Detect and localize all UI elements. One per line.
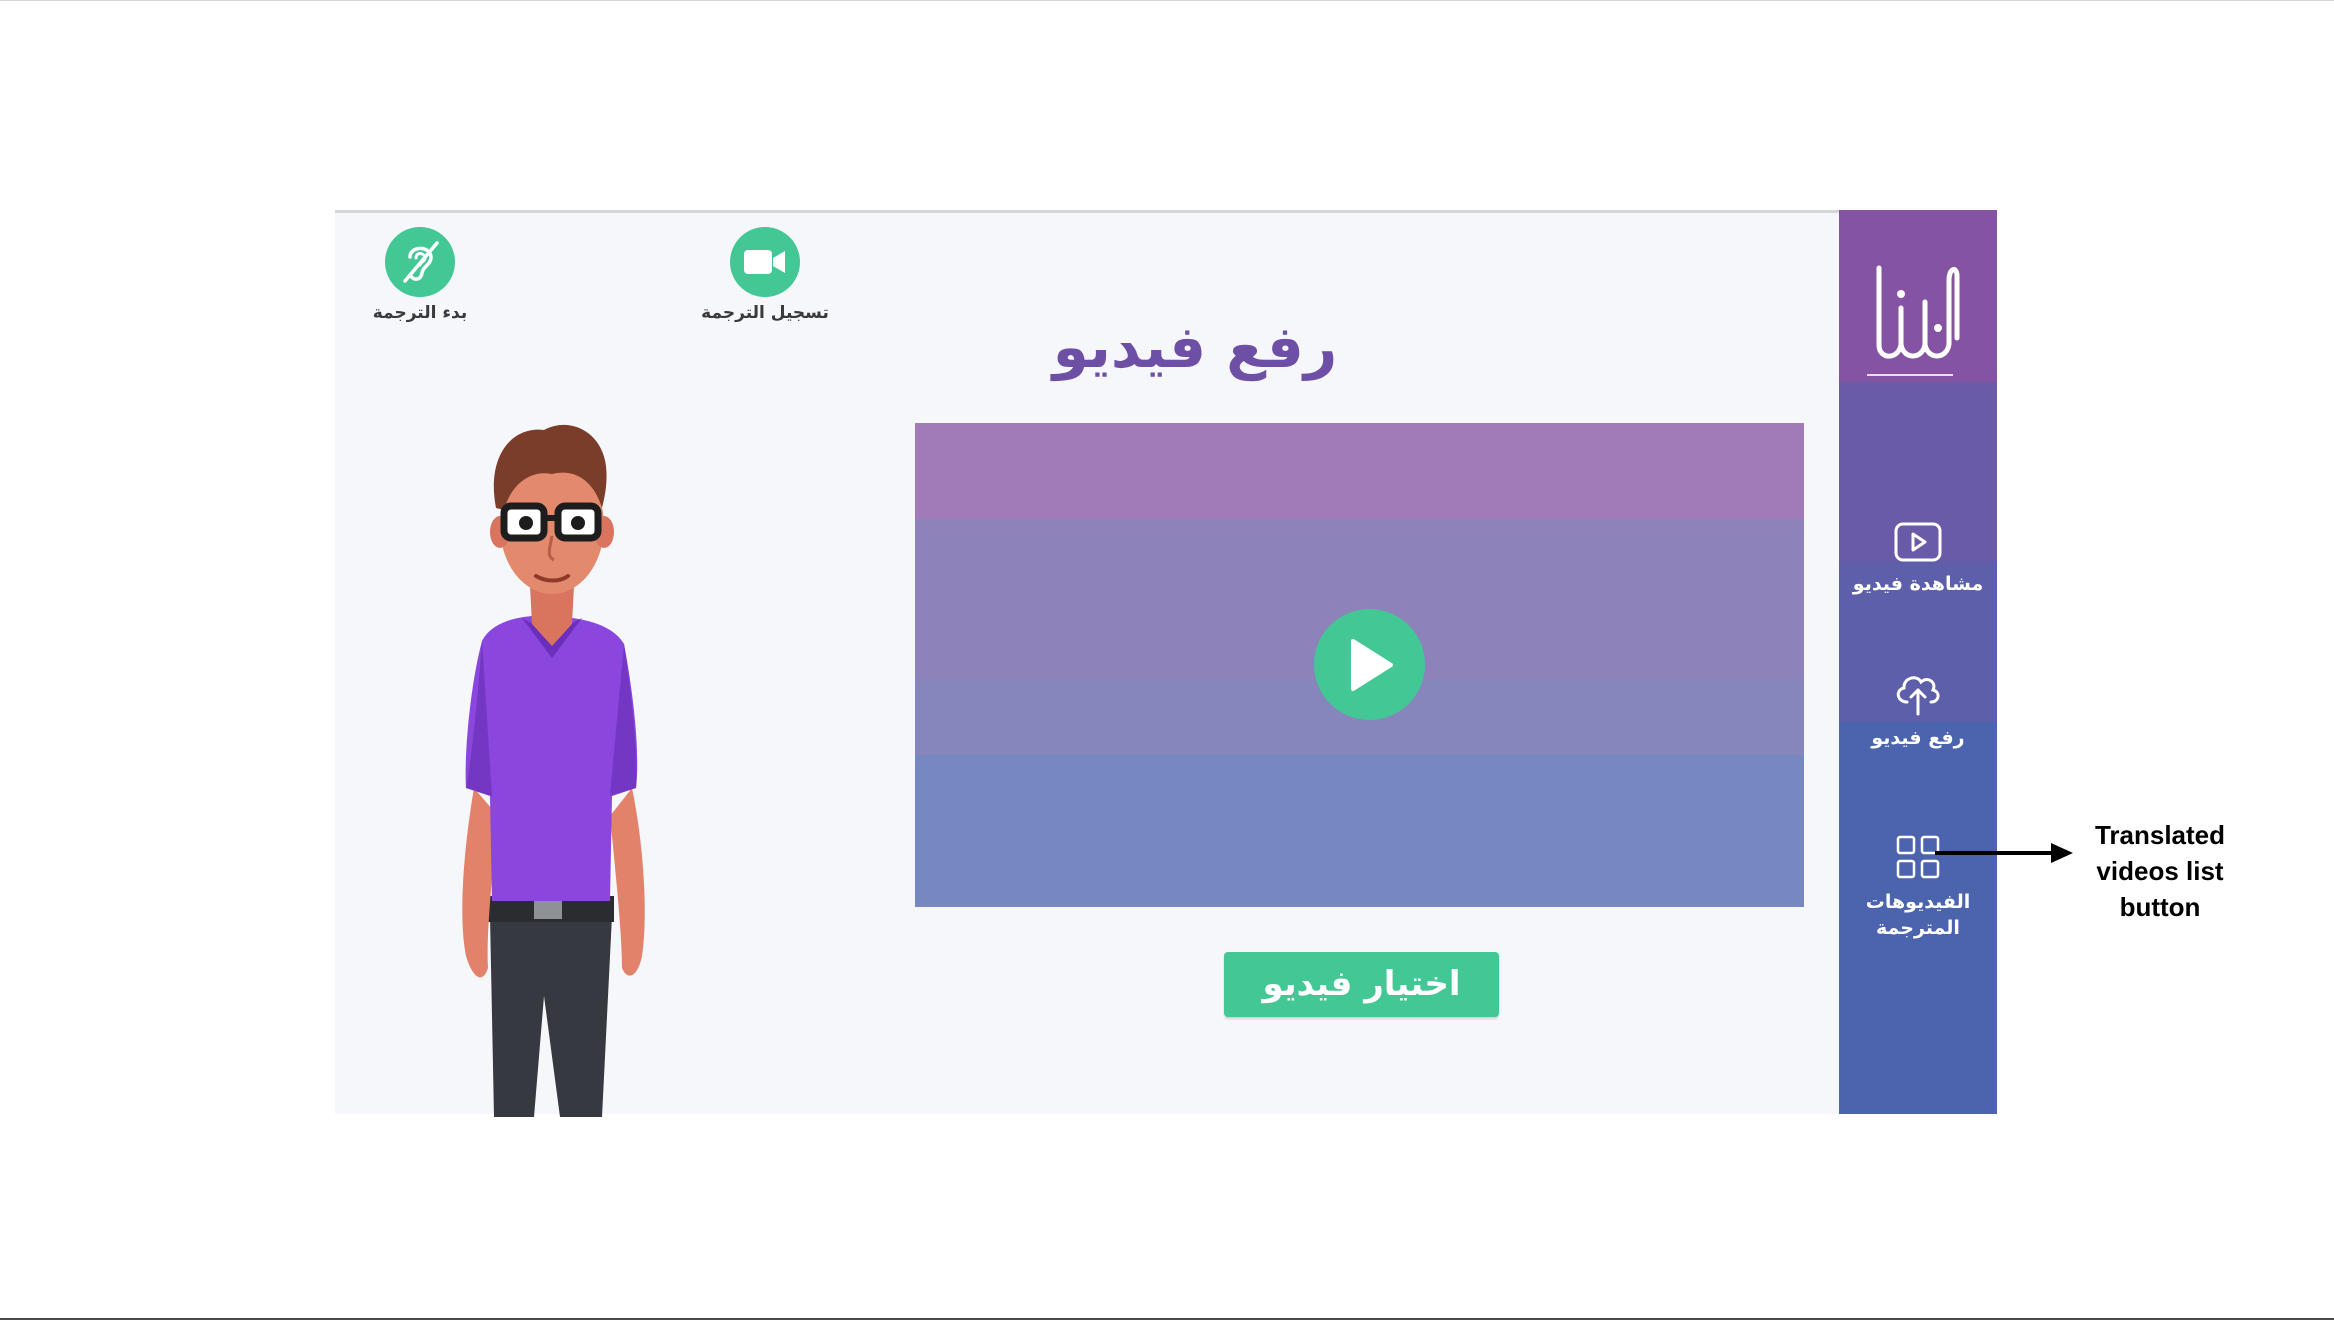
record-interpretation-button[interactable]: تسجيل الترجمة (680, 227, 850, 323)
app-logo (1876, 265, 1960, 359)
video-player[interactable] (915, 423, 1804, 907)
top-border (0, 0, 2334, 1)
main-content: بدء الترجمة تسجيل الترجمة رفع فيديو اختي… (335, 210, 1839, 1117)
sign-language-avatar (462, 424, 645, 1117)
play-button[interactable] (1314, 609, 1425, 720)
sidebar-item-watch-video[interactable]: مشاهدة فيديو (1839, 522, 1997, 598)
annotation-label: Translated videos list button (2094, 820, 2226, 922)
record-interpretation-label: تسجيل الترجمة (701, 303, 829, 323)
app-window: بدء الترجمة تسجيل الترجمة رفع فيديو اختي… (335, 210, 1997, 1117)
sidebar-item-label: الفيديوهات المترجمة (1865, 891, 1971, 939)
play-icon (1350, 638, 1393, 691)
video-thumbnail-band (915, 755, 1804, 907)
logo-underline (1867, 374, 1953, 376)
start-interpretation-label: بدء الترجمة (372, 303, 468, 323)
logo-area (1839, 210, 1997, 382)
bottom-border (0, 1318, 2334, 1320)
sidebar-item-upload-video[interactable]: رفع فيديو (1839, 670, 1997, 752)
sidebar: مشاهدة فيديو رفع فيديو الفيديوهات المترج… (1839, 210, 1997, 1114)
cloud-upload-icon (1896, 676, 1940, 716)
sidebar-item-label: رفع فيديو (1871, 727, 1965, 749)
page-title: رفع فيديو (1052, 313, 1338, 381)
video-thumbnail-band (915, 423, 1804, 519)
annotation-arrow (1935, 843, 2073, 863)
play-square-icon (1894, 522, 1942, 562)
choose-video-button[interactable]: اختيار فيديو (1224, 952, 1499, 1017)
sidebar-item-label: مشاهدة فيديو (1852, 573, 1984, 595)
video-camera-icon (730, 227, 800, 297)
hearing-icon (385, 227, 455, 297)
start-interpretation-button[interactable]: بدء الترجمة (365, 227, 475, 323)
